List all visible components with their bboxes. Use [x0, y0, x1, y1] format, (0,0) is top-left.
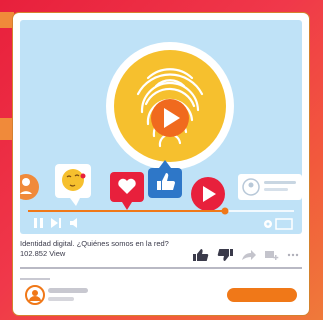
video-title: Identidad digital. ¿Quiénes somos en la … [20, 239, 169, 248]
channel-name-placeholder [48, 288, 88, 293]
subscribe-button[interactable] [227, 288, 297, 302]
fullscreen-icon[interactable] [275, 218, 293, 230]
video-player[interactable] [20, 20, 302, 234]
settings-icon[interactable] [264, 220, 272, 228]
channel-subtitle-placeholder [48, 297, 74, 301]
pause-icon[interactable] [34, 218, 43, 228]
separator-line [20, 278, 50, 280]
add-playlist-icon[interactable] [265, 248, 279, 266]
video-caption: Identidad digital. ¿Quiénes somos en la … [20, 239, 169, 259]
next-icon[interactable] [51, 218, 61, 228]
volume-icon[interactable] [70, 218, 77, 228]
play-circle-icon [191, 177, 225, 211]
profile-icon [20, 174, 39, 200]
avatar-icon[interactable] [25, 285, 45, 305]
video-illustration [20, 42, 302, 230]
video-card: Identidad digital. ¿Quiénes somos en la … [12, 12, 310, 316]
profile-card-icon [238, 174, 302, 200]
share-icon[interactable] [241, 248, 257, 266]
thumbs-up-icon[interactable] [193, 248, 209, 266]
heart-icon [110, 172, 144, 210]
kiss-emoji-icon [55, 164, 91, 206]
video-actions [193, 248, 299, 266]
divider [20, 267, 302, 269]
more-icon[interactable] [287, 248, 299, 266]
progress-fill [28, 210, 225, 212]
progress-handle[interactable] [221, 207, 229, 215]
view-count: 102.852 View [20, 249, 66, 258]
play-icon[interactable] [151, 99, 189, 137]
thumbs-down-icon[interactable] [217, 248, 233, 266]
